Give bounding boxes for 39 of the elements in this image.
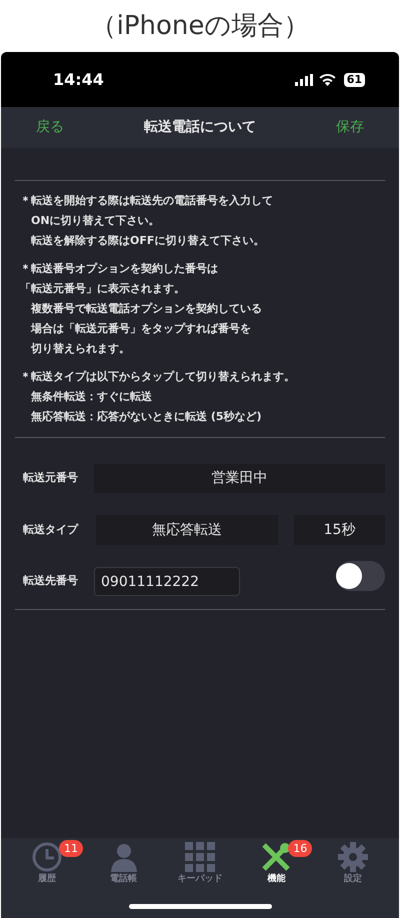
tab-bar-item[interactable]: 履歴 11: [9, 842, 86, 886]
battery-indicator: 61: [344, 72, 365, 86]
tab-bar-item[interactable]: キーパッド: [162, 842, 238, 886]
notification-badge: 11: [59, 840, 83, 857]
note-line: ＊転送タイプは以下からタップして切り替えられます。: [20, 369, 296, 385]
screen-title: 転送電話について: [143, 118, 257, 137]
note-line: ＊転送を開始する際は転送先の電話番号を入力して: [20, 193, 274, 209]
note-line: 複数番号で転送電話オプションを契約している: [30, 301, 263, 317]
field-label: 転送先番号: [22, 573, 79, 590]
delay-selector[interactable]: 15秒: [294, 515, 385, 545]
tools-icon: [261, 842, 292, 872]
page-caption: （iPhoneの場合）: [90, 10, 310, 42]
keypad-icon: [185, 842, 216, 872]
notification-badge: 16: [288, 840, 312, 857]
source-number-selector[interactable]: 営業田中: [94, 464, 385, 493]
field-label: 転送タイプ: [22, 522, 80, 538]
field-label: 転送元番号: [22, 470, 79, 486]
tab-bar-item[interactable]: 機能 16: [238, 842, 315, 886]
wifi-icon: [318, 74, 336, 86]
forward-type-selector[interactable]: 無応答転送: [96, 515, 278, 545]
gear-icon: [338, 842, 368, 872]
signal-icon: [294, 74, 313, 86]
person-icon: [108, 842, 139, 872]
note-line: 「転送元番号」に表示されます。: [20, 281, 186, 297]
save-button[interactable]: 保存: [304, 117, 364, 138]
note-line: 転送を解除する際はOFFに切り替えて下さい。: [30, 233, 266, 249]
phone-number-field[interactable]: 09011112222: [94, 567, 240, 596]
note-line: ＊転送番号オプションを契約した番号は: [20, 261, 219, 277]
clock-icon: [32, 842, 62, 872]
note-line: 切り替えられます。: [30, 341, 131, 357]
tab-bar-item[interactable]: 設定: [314, 842, 392, 886]
status-time: 14:44: [53, 68, 105, 90]
note-line: 場合は「転送元番号」をタップすれば番号を: [30, 321, 252, 337]
note-line: ONに切り替えて下さい。: [30, 213, 161, 229]
tab-bar-item[interactable]: 電話帳: [85, 842, 162, 886]
note-line: 無応答転送：応答がないときに転送 (5秒など): [30, 409, 263, 425]
toggle-switch[interactable]: [336, 560, 385, 590]
back-button[interactable]: 戻る: [36, 117, 96, 138]
note-line: 無条件転送：すぐに転送: [30, 389, 153, 405]
